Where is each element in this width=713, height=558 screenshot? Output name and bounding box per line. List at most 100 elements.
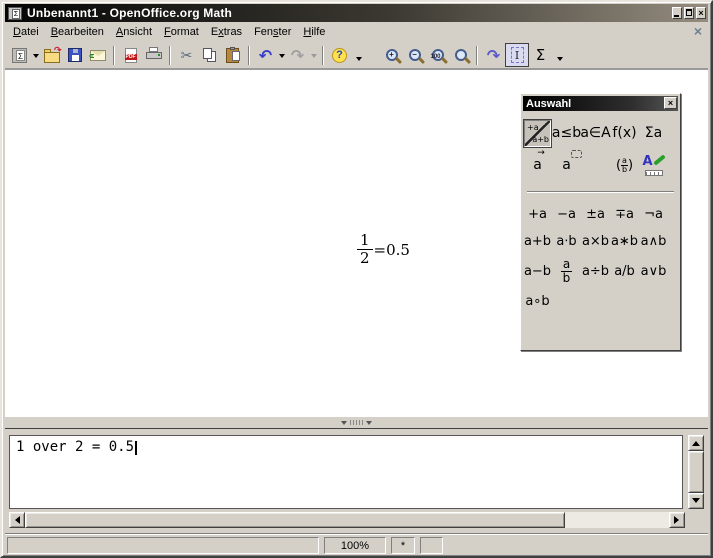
splitter-arrow-icon xyxy=(366,421,372,428)
help-button[interactable]: ? xyxy=(328,44,351,66)
palette-close-button[interactable]: × xyxy=(664,97,677,109)
print-icon xyxy=(146,50,162,62)
open-button[interactable]: ↷ xyxy=(40,44,63,66)
save-icon xyxy=(68,48,82,62)
status-modified-panel: * xyxy=(391,537,415,554)
menu-format[interactable]: Format xyxy=(158,23,205,41)
symbol-a-cdot-b[interactable]: a⋅b xyxy=(556,234,576,249)
statusbar: 100% * xyxy=(5,533,708,557)
symbol-a-ast-b[interactable]: a∗b xyxy=(611,234,638,249)
scroll-left-button[interactable] xyxy=(9,512,25,528)
toolbar: Σ ↷ PDF ✂ ↶ xyxy=(5,42,708,69)
document-close-icon[interactable]: × xyxy=(694,24,702,38)
category-brackets[interactable]: ( ab ) xyxy=(616,157,633,174)
splitter-arrow-icon xyxy=(341,421,347,428)
toolbar-overflow-button[interactable] xyxy=(554,44,565,66)
window-splitter[interactable] xyxy=(5,416,708,428)
status-zoom-panel[interactable]: 100% xyxy=(324,537,386,554)
toolbar-separator xyxy=(113,46,115,65)
zoom-in-button[interactable]: + xyxy=(380,44,403,66)
vector-arrow-icon: → xyxy=(537,148,545,158)
text-cursor xyxy=(135,441,137,455)
maximize-button[interactable] xyxy=(684,7,694,19)
paste-button[interactable] xyxy=(221,44,244,66)
close-icon: × xyxy=(697,7,705,19)
scroll-down-button[interactable] xyxy=(688,493,704,509)
titlebar: Σ Unbenannt1 - OpenOffice.org Math × xyxy=(5,4,708,22)
update-button[interactable]: ↷ xyxy=(482,44,505,66)
symbol-a-over-b[interactable]: a b xyxy=(561,258,572,285)
vertical-scroll-thumb[interactable] xyxy=(688,451,704,493)
menu-fenster[interactable]: Fenster xyxy=(248,23,297,41)
command-vertical-scrollbar[interactable] xyxy=(688,435,704,509)
app-icon: Σ xyxy=(8,7,22,20)
undo-dropdown[interactable] xyxy=(277,44,286,66)
symbol-a-minus-b[interactable]: a−b xyxy=(524,264,551,279)
menu-bearbeiten[interactable]: Bearbeiten xyxy=(45,23,110,41)
menu-hilfe[interactable]: Hilfe xyxy=(297,23,331,41)
symbol-a-plus-b[interactable]: a+b xyxy=(524,234,551,249)
symbols-catalog-button[interactable]: Σ xyxy=(529,44,552,66)
palette-category-row-2: a → a ( ab ) A xyxy=(523,149,678,181)
copy-icon xyxy=(203,48,217,62)
category-formats[interactable]: A xyxy=(642,154,666,176)
fraction: 1 2 xyxy=(357,232,373,267)
symbol-a-circ-b[interactable]: a∘b xyxy=(525,294,549,309)
zoom-100-button[interactable]: 100 xyxy=(426,44,449,66)
document-view[interactable]: 1 2 =0.5 Auswahl × +a a+b a≤b a∈A f(x) xyxy=(5,69,708,416)
palette-titlebar[interactable]: Auswahl × xyxy=(523,96,678,111)
horizontal-scroll-thumb[interactable] xyxy=(25,512,565,528)
menu-ansicht[interactable]: Ansicht xyxy=(110,23,158,41)
arrow-right-icon xyxy=(674,516,683,524)
category-attributes[interactable]: a → xyxy=(533,157,542,173)
redo-button[interactable]: ↷ xyxy=(286,44,309,66)
menubar: Datei Bearbeiten Ansicht Format Extras F… xyxy=(5,22,708,42)
palette-symbol-row-2: a+b a⋅b a×b a∗b a∧b xyxy=(523,228,678,255)
symbol-a-slash-b[interactable]: a/b xyxy=(614,264,635,279)
zoom-button[interactable] xyxy=(449,44,472,66)
copy-button[interactable] xyxy=(198,44,221,66)
export-pdf-button[interactable]: PDF xyxy=(119,44,142,66)
close-button[interactable]: × xyxy=(696,7,706,19)
new-document-icon: Σ xyxy=(12,48,27,63)
symbol-a-or-b[interactable]: a∨b xyxy=(641,264,667,279)
print-button[interactable] xyxy=(142,44,165,66)
menu-datei[interactable]: Datei xyxy=(7,23,45,41)
symbol-plus-a[interactable]: +a xyxy=(528,207,547,222)
zoom-in-icon: + xyxy=(386,49,398,61)
save-button[interactable] xyxy=(63,44,86,66)
cut-button[interactable]: ✂ xyxy=(175,44,198,66)
scroll-up-button[interactable] xyxy=(688,435,704,451)
horizontal-scroll-track[interactable] xyxy=(565,512,669,528)
palette-symbol-row-4: a∘b xyxy=(523,288,678,315)
symbol-a-and-b[interactable]: a∧b xyxy=(641,234,667,249)
arrow-left-icon xyxy=(11,516,20,524)
menu-extras[interactable]: Extras xyxy=(205,23,248,41)
symbol-a-times-b[interactable]: a×b xyxy=(582,234,609,249)
symbol-a-div-b[interactable]: a÷b xyxy=(582,264,609,279)
category-set-operations[interactable]: a∈A xyxy=(580,125,610,141)
scroll-right-button[interactable] xyxy=(669,512,685,528)
category-relations[interactable]: a≤b xyxy=(552,125,581,141)
toolbar-overflow-button[interactable] xyxy=(353,44,364,66)
category-unary-binary-operators[interactable]: +a a+b xyxy=(524,120,551,147)
help-icon: ? xyxy=(332,48,347,63)
new-document-button[interactable]: Σ xyxy=(8,44,31,66)
email-button[interactable] xyxy=(86,44,109,66)
undo-button[interactable]: ↶ xyxy=(254,44,277,66)
formula-cursor-button[interactable]: I xyxy=(505,43,529,67)
new-document-dropdown[interactable] xyxy=(31,44,40,66)
category-functions[interactable]: f(x) xyxy=(612,125,636,141)
category-operators[interactable]: Σa xyxy=(645,125,662,141)
refresh-icon: ↷ xyxy=(487,46,500,65)
window-title: Unbenannt1 - OpenOffice.org Math xyxy=(27,6,672,20)
command-horizontal-scrollbar[interactable] xyxy=(9,512,685,528)
symbol-not-a[interactable]: ¬a xyxy=(644,207,663,222)
category-others[interactable]: a xyxy=(562,157,571,173)
minimize-button[interactable] xyxy=(672,7,682,19)
command-input[interactable]: 1 over 2 = 0.5 xyxy=(9,435,683,509)
symbol-plusminus-a[interactable]: ±a xyxy=(586,207,605,222)
zoom-out-button[interactable]: − xyxy=(403,44,426,66)
symbol-minus-a[interactable]: −a xyxy=(557,207,576,222)
symbol-minusplus-a[interactable]: ∓a xyxy=(615,207,634,222)
